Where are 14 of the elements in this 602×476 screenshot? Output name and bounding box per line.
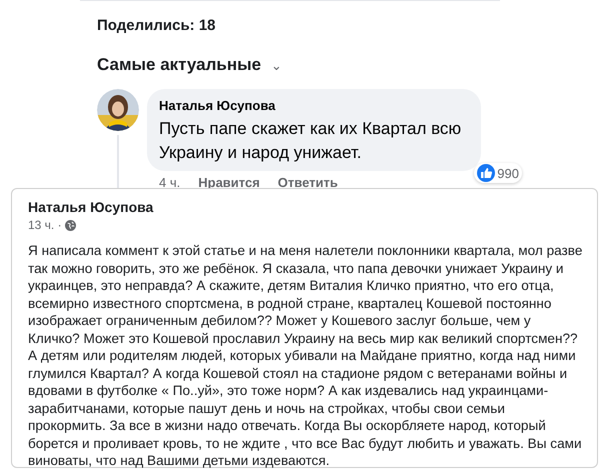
post-author[interactable]: Наталья Юсупова — [28, 199, 154, 215]
comment-action[interactable]: Нравится — [198, 175, 260, 190]
comment-time: 4 ч. — [159, 175, 180, 190]
like-icon — [477, 164, 496, 182]
post-time[interactable]: 13 ч. · — [28, 218, 62, 232]
post-text: Я написала коммент к этой статье и на меня налетели поклонники квартала, мол разве так можно говорить, это же ребёнок. Я сказала, что папа девочки унижает Украину и украинцев, это неправда? А скажите, детям Виталия Кличко приятно, что его отца, всемирно известного спортсмена, в родной стране, кварталец Кошевой постоянно изображает ограниченным дебилом?? Может у Кошевого заслуг больше, чем у Кличко? Может это Кошевой прославил Украину на весь мир как великий спортсмен?? А детям или родителям людей, которых убивали на Майдане приятно, когда над ними глумился Квартал? А когда Кошевой стоял на стадионе рядом с ветеранами войны и вдовами в футболке « По..уй», это тоже норм? А как издевались над украинцами-зарабитчанами, которые пашут день и ночь на стройках, чтобы свои семьи прокормить. За все в жизни надо отвечать. Когда Вы оскорбляете народ, который борется и проливает кровь, то не ждите , что все Вас будут любить и уважать. Вы сами виноваты, что над Вашими детьми издеваются. — [28, 242, 583, 470]
comment-action[interactable]: Ответить — [278, 175, 338, 190]
reaction-count[interactable]: 990 — [474, 163, 522, 183]
shares-count: Поделились: 18 — [97, 17, 216, 34]
caret-icon[interactable]: ⌄ — [271, 58, 282, 72]
comment-text: Пусть папе скажет как их Квартал всю Украину и народ унижает. — [159, 118, 462, 164]
comment-author[interactable]: Наталья Юсупова — [159, 98, 276, 113]
sort-label[interactable]: Самые актуальные — [97, 55, 262, 75]
globe-icon — [64, 220, 76, 230]
